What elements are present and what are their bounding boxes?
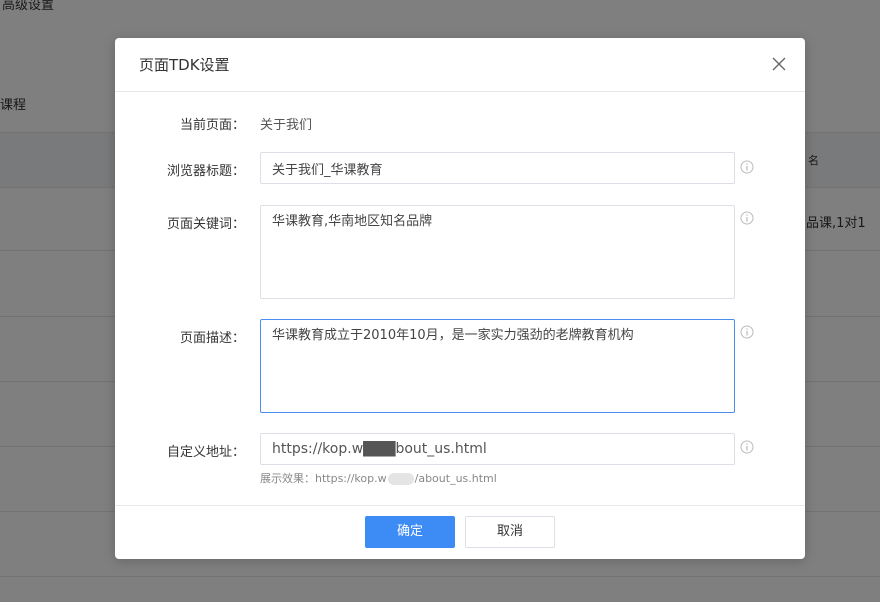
url-preview-suffix: /about_us.html — [414, 472, 497, 485]
current-page-label: 当前页面： — [179, 118, 245, 133]
url-preview-prefix: 展示效果：https://kop.w — [260, 472, 387, 485]
custom-url-input[interactable] — [260, 433, 735, 465]
dialog-footer: 确定 取消 — [115, 505, 805, 559]
cancel-button[interactable]: 取消 — [465, 516, 555, 548]
description-label: 页面描述： — [179, 331, 245, 346]
dialog-title: 页面TDK设置 — [139, 56, 230, 74]
description-textarea[interactable]: 华课教育成立于2010年10月，是一家实力强劲的老牌教育机构 — [260, 319, 735, 413]
info-circle-icon[interactable] — [740, 211, 754, 225]
close-button[interactable] — [771, 56, 787, 72]
info-circle-icon[interactable] — [740, 160, 754, 174]
custom-url-label: 自定义地址： — [166, 445, 245, 460]
keywords-textarea[interactable]: 华课教育,华南地区知名品牌 — [260, 205, 735, 299]
url-preview-hint: 展示效果：https://kop.w/about_us.html — [260, 470, 497, 486]
confirm-button[interactable]: 确定 — [365, 516, 455, 548]
redacted-blur — [387, 473, 414, 485]
browser-title-input[interactable] — [260, 152, 735, 184]
info-circle-icon[interactable] — [740, 440, 754, 454]
dialog-header: 页面TDK设置 — [115, 38, 805, 92]
browser-title-label: 浏览器标题： — [166, 164, 245, 179]
close-icon — [772, 57, 786, 71]
current-page-value: 关于我们 — [260, 118, 313, 133]
info-circle-icon[interactable] — [740, 325, 754, 339]
tdk-settings-dialog: 页面TDK设置 当前页面： 关于我们 浏览器标题： 页面关键词： 华课教育,华南… — [115, 38, 805, 559]
keywords-label: 页面关键词： — [166, 217, 245, 232]
